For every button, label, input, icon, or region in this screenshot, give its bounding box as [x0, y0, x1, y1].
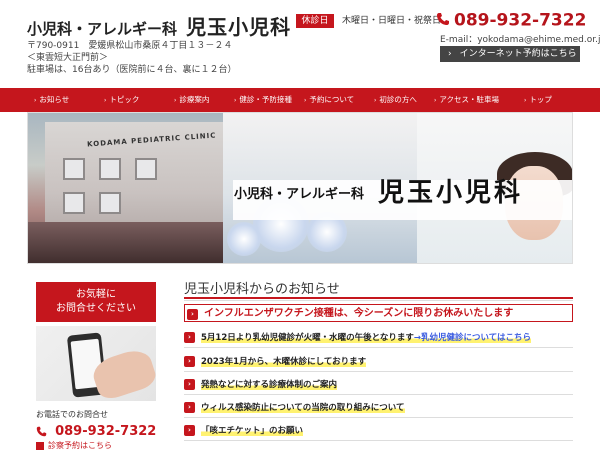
nav-item-label: お知らせ [39, 95, 70, 104]
contact-line-2: お問合せください [56, 303, 136, 314]
chevron-right-icon: › [187, 308, 198, 320]
chevron-right-icon: › [184, 355, 195, 367]
chevron-right-icon: › [184, 378, 195, 390]
news-item-text: 「咳エチケット」のお願い [201, 426, 304, 436]
chevron-right-icon: › [184, 331, 195, 343]
header-phone-number: 089-932-7322 [454, 10, 587, 31]
chevron-right-icon: › [524, 97, 527, 104]
phone-icon [36, 421, 52, 440]
global-nav: › お知らせ › トピック › 診療案内 › 健診・予防接種 › 予約について › 初診の方… [0, 88, 600, 112]
news-item-text: 発熱などに対する診療体制のご案内 [201, 380, 338, 390]
address-postal: 〒790-0911 愛媛県松山市桑原４丁目１３－２４ [27, 41, 233, 51]
parking-info: 駐車場は、16台あり（医院前に４台、裏に１２台） [27, 65, 237, 75]
nav-item-medical-guide[interactable]: › 診療案内 [174, 88, 209, 112]
chevron-right-icon: › [34, 97, 37, 104]
hero-subtitle: 小児科・アレルギー科 [234, 187, 365, 202]
news-item-text: インフルエンザワクチン接種は、今シーズンに限りお休みいたします [204, 308, 514, 319]
infant-checkup-link[interactable]: →乳幼児健診についてはこちら [413, 333, 532, 343]
nav-item-label: 予約について [309, 95, 355, 104]
internet-reservation-label: インターネット予約はこちら [459, 49, 577, 59]
header-phone[interactable]: 089-932-7322 [436, 10, 586, 31]
site-title-sub: 小児科・アレルギー科 [27, 20, 178, 38]
phone-inquiry-label: お電話でのお問合せ [36, 410, 108, 419]
chevron-right-icon: › [434, 97, 437, 104]
nav-item-first-visit[interactable]: › 初診の方へ [374, 88, 417, 112]
news-item-text: 2023年1月から、木曜休診にしております [201, 357, 367, 367]
nav-item-label: 初診の方へ [379, 95, 417, 104]
nav-item-label: 診療案内 [179, 95, 210, 104]
chevron-right-icon: › [184, 401, 195, 413]
news-item-fever-system[interactable]: › 発熱などに対する診療体制のご案内 [184, 378, 338, 390]
nav-item-topics[interactable]: › トピック [104, 88, 139, 112]
site-title-main: 児玉小児科 [186, 15, 292, 39]
chevron-right-icon: › [234, 97, 237, 104]
header-email[interactable]: E-mail：yokodama@ehime.med.or.jp [440, 32, 600, 45]
news-item-infection-prevention[interactable]: › ウィルス感染防止についての当院の取り組みについて [184, 401, 405, 413]
news-title-rule [184, 297, 573, 299]
news-item-text: ウィルス感染防止についての当院の取り組みについて [201, 403, 405, 413]
nav-item-label: トピック [109, 95, 140, 104]
phone-icon [436, 11, 450, 30]
hero-title: 児玉小児科 [378, 178, 524, 208]
nav-item-label: 健診・予防接種 [239, 95, 292, 104]
site-header: 小児科・アレルギー科 児玉小児科 〒790-0911 愛媛県松山市桑原４丁目１３… [0, 0, 600, 88]
contact-line-1: お気軽に [76, 289, 116, 300]
reservation-link-label: 診察予約はこちら [48, 441, 112, 450]
news-item-infant-checkup[interactable]: › 5月12日より乳幼児健診が火曜・水曜の午後となります→乳幼児健診についてはこち… [184, 331, 532, 343]
square-bullet-icon [36, 441, 44, 450]
news-item-text: 5月12日より乳幼児健診が火曜・水曜の午後となります [201, 333, 414, 343]
nav-item-access-parking[interactable]: › アクセス・駐車場 [434, 88, 499, 112]
chevron-right-icon: › [448, 49, 452, 59]
news-item-flu-vaccine[interactable]: › インフルエンザワクチン接種は、今シーズンに限りお休みいたします [184, 304, 573, 322]
news-item-cough-etiquette[interactable]: › 「咳エチケット」のお願い [184, 424, 304, 436]
closed-days-badge: 休診日 [296, 14, 334, 28]
nav-item-top[interactable]: › トップ [524, 88, 552, 112]
sidebar-phone-number: 089-932-7322 [55, 424, 157, 439]
chevron-right-icon: › [304, 97, 307, 104]
address-landmark: ＜東雲短大正門前＞ [27, 53, 109, 63]
chevron-right-icon: › [174, 97, 177, 104]
contact-box[interactable]: お気軽に お問合せください [36, 282, 156, 322]
chevron-right-icon: › [374, 97, 377, 104]
site-title[interactable]: 小児科・アレルギー科 児玉小児科 [27, 11, 291, 40]
nav-item-reservation[interactable]: › 予約について [304, 88, 354, 112]
closed-days-text: 木曜日・日曜日・祝祭日 [342, 16, 442, 26]
internet-reservation-button[interactable]: › インターネット予約はこちら [440, 46, 580, 62]
news-section-title: 児玉小児科からのお知らせ [184, 282, 340, 297]
sidebar-phone[interactable]: 089-932-7322 [36, 421, 156, 440]
chevron-right-icon: › [104, 97, 107, 104]
chevron-right-icon: › [184, 424, 195, 436]
reservation-link[interactable]: 診察予約はこちら [36, 440, 112, 451]
nav-item-label: トップ [529, 95, 552, 104]
nav-item-label: アクセス・駐車場 [439, 95, 500, 104]
smartphone-photo [36, 326, 156, 401]
news-item-thursday-closed[interactable]: › 2023年1月から、木曜休診にしております [184, 355, 367, 367]
clinic-building-photo: KODAMA PEDIATRIC CLINIC [27, 112, 227, 264]
nav-item-checkups-vaccination[interactable]: › 健診・予防接種 [234, 88, 292, 112]
nav-item-news[interactable]: › お知らせ [34, 88, 69, 112]
